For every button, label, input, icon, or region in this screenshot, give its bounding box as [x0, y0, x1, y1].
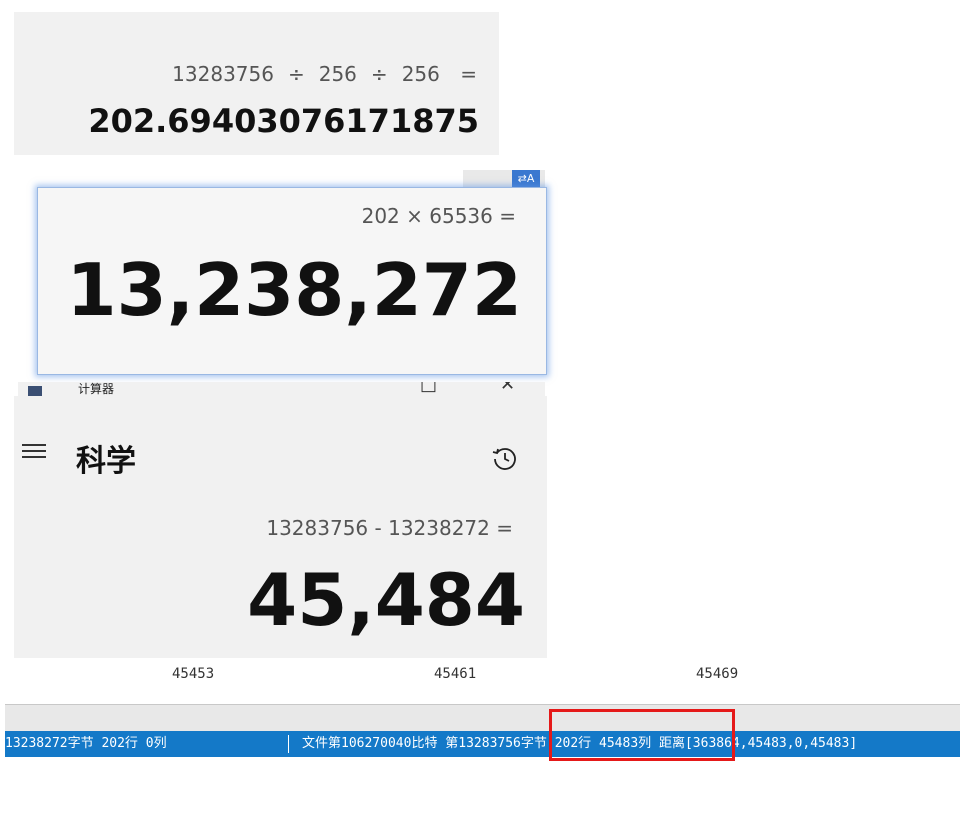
multiplication-expression: 202 × 65536 =: [361, 204, 516, 228]
divide-operator: ÷: [370, 62, 388, 86]
equals-sign: =: [460, 62, 477, 86]
translate-icon[interactable]: ⇄A: [512, 170, 540, 188]
subtraction-expression: 13283756 - 13238272 =: [266, 516, 513, 540]
status-divider: [288, 735, 289, 753]
division-result: 202.69403076171875: [88, 102, 479, 140]
close-icon[interactable]: ✕: [500, 382, 515, 395]
operand-1: 13283756: [172, 62, 274, 86]
divide-operator: ÷: [287, 62, 305, 86]
ruler-label: 45461: [434, 666, 477, 682]
calculator-app-icon: [28, 386, 42, 396]
multiplication-result: 13,238,272: [66, 248, 522, 332]
status-cursor-position: 13238272字节 202行 0列: [5, 736, 167, 751]
calculation-panel-multiplication: 202 × 65536 = 13,238,272: [37, 187, 547, 375]
calculator-app-panel: 科学 13283756 - 13238272 = 45,484: [14, 396, 547, 658]
calculator-titlebar-cutoff: 计算器 □ ✕: [18, 382, 545, 396]
ruler-label: 45469: [696, 666, 739, 682]
status-bar: 13238272字节 202行 0列 文件第106270040比特 第13283…: [5, 731, 960, 757]
status-file-position: 文件第106270040比特 第13283756字节 202行 45483列 距…: [302, 736, 858, 751]
ruler-label: 45453: [172, 666, 215, 682]
maximize-icon[interactable]: □: [420, 382, 437, 395]
horizontal-scrollbar[interactable]: [5, 704, 960, 731]
column-ruler: 45453 45461 45469: [0, 662, 960, 690]
operand-2: 256: [318, 62, 357, 86]
hamburger-menu-icon[interactable]: [22, 440, 50, 460]
history-icon[interactable]: [490, 444, 520, 474]
operand-3: 256: [401, 62, 440, 86]
division-expression: 13283756 ÷ 256 ÷ 256 =: [172, 62, 477, 86]
mode-title: 科学: [76, 444, 136, 479]
subtraction-result: 45,484: [247, 558, 525, 642]
app-title: 计算器: [78, 382, 115, 396]
calculation-panel-division: 13283756 ÷ 256 ÷ 256 = 202.69403076171875: [14, 12, 499, 155]
